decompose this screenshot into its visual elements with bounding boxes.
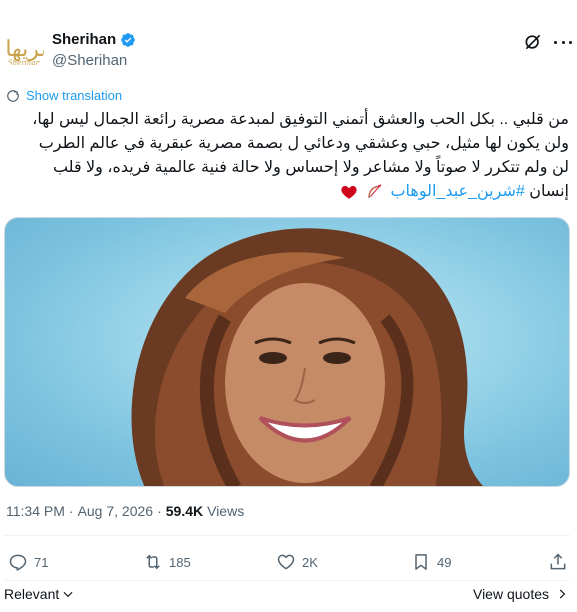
bookmark-icon [415, 554, 427, 570]
share-button[interactable] [548, 552, 568, 572]
bookmark-button[interactable]: 49 [411, 552, 451, 572]
chevron-down-icon [63, 591, 73, 598]
tweet-page: شريهان Sherihan Sherihan @Sherihan Show … [0, 0, 577, 612]
divider [4, 580, 570, 581]
avatar-logo-text: شريهان [4, 37, 44, 62]
meta-separator: · [157, 503, 162, 519]
repost-button[interactable]: 185 [143, 552, 191, 572]
repost-count: 185 [169, 554, 191, 570]
tweet-time[interactable]: 11:34 PM [6, 503, 65, 519]
tweet-date[interactable]: Aug 7, 2026 [78, 503, 154, 519]
view-quotes-label[interactable]: View quotes [473, 586, 549, 602]
more-options-icon[interactable] [554, 32, 572, 52]
views-count: 59.4K [165, 503, 204, 519]
tweet-meta: 11:34 PM · Aug 7, 2026 · 59.4K Views [6, 503, 244, 519]
tweet-text-line: ولن يكون لها مثيل، حبي وعشقي ودعائي ل بص… [38, 135, 569, 152]
tweet-photo[interactable] [4, 217, 570, 487]
reply-icon [9, 554, 27, 571]
hashtag-link[interactable]: #شرين_عبد_الوهاب [390, 183, 524, 200]
action-bar: 71 185 2K 49 [0, 552, 577, 576]
translate-icon [7, 89, 19, 102]
sort-replies-dropdown[interactable]: Relevant [4, 586, 75, 602]
like-count: 2K [302, 554, 318, 570]
replies-footer: Relevant View quotes [0, 586, 577, 606]
tweet-text-line: من قلبي .. بكل الحب والعشق أتمني التوفيق… [32, 111, 569, 128]
like-button[interactable]: 2K [276, 552, 318, 572]
red-heart-emoji-icon [340, 185, 357, 199]
show-translation-button[interactable]: Show translation [6, 88, 122, 103]
avatar-logo-sub: Sherihan [7, 59, 41, 67]
author-name-row[interactable]: Sherihan [52, 31, 136, 48]
author-display-name[interactable]: Sherihan [52, 31, 116, 48]
view-quotes-link[interactable]: View quotes [473, 586, 569, 602]
tweet-text-line: لن ولم تتكرر لا صوتاً ولا مشاعر ولا إحسا… [52, 159, 569, 176]
portrait-image [131, 228, 484, 486]
heart-icon [277, 554, 295, 570]
reply-button[interactable]: 71 [8, 552, 48, 572]
tweet-text-prefix: إنسان [529, 183, 569, 200]
avatar[interactable]: شريهان Sherihan [4, 30, 44, 70]
bow-and-arrow-emoji-icon [368, 183, 382, 199]
show-translation-label[interactable]: Show translation [26, 88, 122, 103]
reply-count: 71 [34, 554, 49, 570]
repost-icon [146, 554, 160, 570]
chevron-right-icon [559, 589, 566, 599]
tweet-text: من قلبي .. بكل الحب والعشق أتمني التوفيق… [9, 108, 569, 204]
tweet-header: شريهان Sherihan Sherihan @Sherihan [0, 0, 577, 82]
grok-icon[interactable] [523, 32, 543, 52]
views-label: Views [207, 503, 245, 519]
verified-badge-icon [121, 32, 136, 47]
author-handle[interactable]: @Sherihan [52, 52, 127, 69]
tweet-text-line-last: إنسان #شرين_عبد_الوهاب [9, 180, 569, 204]
meta-separator: · [68, 503, 74, 519]
share-icon [550, 553, 566, 570]
bookmark-count: 49 [437, 554, 452, 570]
divider [4, 535, 570, 536]
sort-label[interactable]: Relevant [4, 586, 59, 602]
